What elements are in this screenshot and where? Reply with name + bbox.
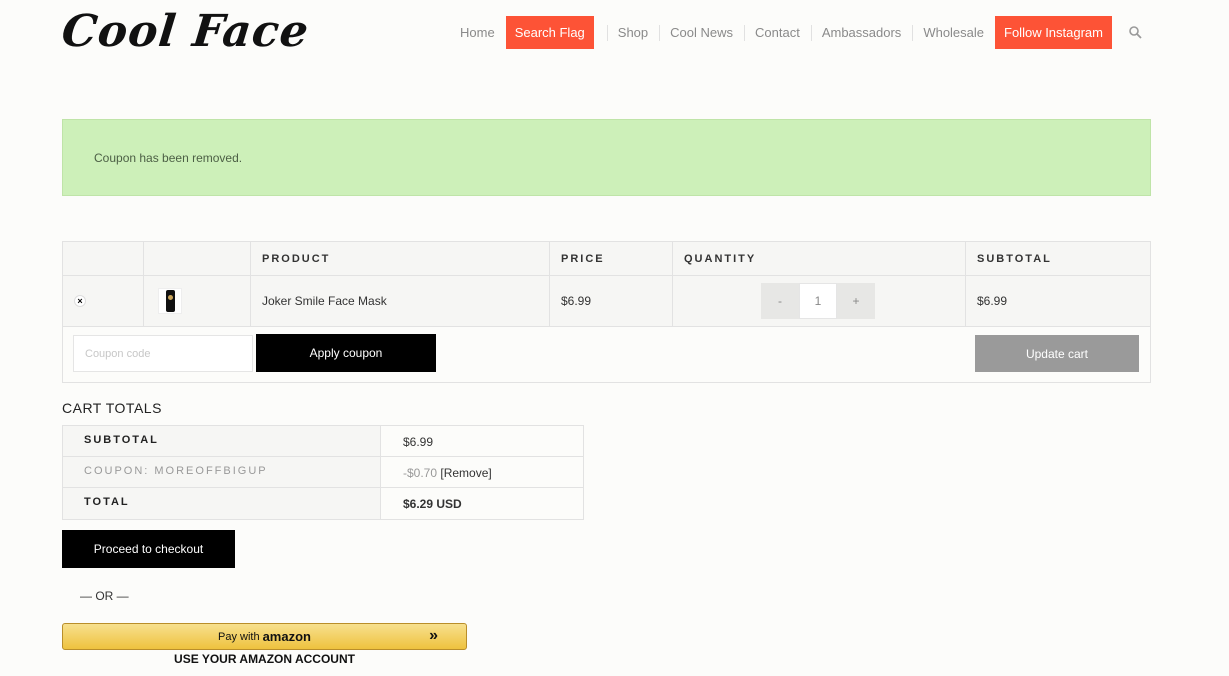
total-label: TOTAL: [63, 488, 381, 519]
nav-contact[interactable]: Contact: [744, 16, 811, 49]
coupon-code-input[interactable]: [73, 335, 253, 372]
quantity-input[interactable]: 1: [799, 283, 837, 319]
proceed-to-checkout-button[interactable]: Proceed to checkout: [62, 530, 235, 568]
table-row: × Joker Smile Face Mask $6.99 - 1 + $6.9…: [63, 276, 1150, 327]
cart-table: PRODUCT PRICE QUANTITY SUBTOTAL × Joker …: [62, 241, 1151, 383]
nav-home[interactable]: Home: [449, 16, 506, 49]
site-logo[interactable]: Cool Face: [59, 2, 312, 62]
header-product: PRODUCT: [251, 242, 550, 275]
qty-plus-button[interactable]: +: [837, 283, 875, 319]
table-row: COUPON: MOREOFFBIGUP -$0.70 [Remove]: [63, 457, 583, 488]
coupon-label: COUPON: MOREOFFBIGUP: [63, 457, 381, 487]
header-remove: [63, 242, 144, 275]
table-row: TOTAL $6.29 USD: [63, 488, 583, 519]
subtotal-label: SUBTOTAL: [63, 426, 381, 456]
cart-table-header: PRODUCT PRICE QUANTITY SUBTOTAL: [63, 242, 1150, 276]
cart-totals-title: CART TOTALS: [62, 400, 162, 416]
pay-with-amazon-button[interactable]: Pay with amazon »: [62, 623, 467, 650]
nav-cool-news[interactable]: Cool News: [659, 16, 744, 49]
product-thumbnail[interactable]: [158, 288, 182, 314]
header-thumbnail: [144, 242, 251, 275]
cart-totals-table: SUBTOTAL $6.99 COUPON: MOREOFFBIGUP -$0.…: [62, 425, 584, 520]
notice-message: Coupon has been removed.: [94, 151, 243, 165]
product-subtotal: $6.99: [977, 294, 1008, 308]
chevron-right-icon: »: [429, 627, 438, 644]
search-icon[interactable]: [1118, 16, 1152, 49]
total-value: $6.29 USD: [381, 488, 583, 519]
amazon-account-note: USE YOUR AMAZON ACCOUNT: [174, 652, 355, 666]
update-cart-button[interactable]: Update cart: [975, 335, 1139, 372]
header-price: PRICE: [550, 242, 673, 275]
or-divider: — OR —: [80, 589, 129, 603]
nav-follow-instagram[interactable]: Follow Instagram: [995, 16, 1112, 49]
nav-search-flag[interactable]: Search Flag: [505, 16, 594, 49]
product-price: $6.99: [550, 276, 673, 326]
nav-ambassadors[interactable]: Ambassadors: [810, 16, 912, 49]
coupon-removed-notice: Coupon has been removed.: [62, 119, 1151, 196]
quantity-stepper: - 1 +: [761, 283, 875, 319]
qty-minus-button[interactable]: -: [761, 283, 799, 319]
remove-coupon-link[interactable]: [Remove]: [440, 466, 491, 480]
remove-x-icon[interactable]: ×: [74, 295, 86, 307]
table-row: SUBTOTAL $6.99: [63, 426, 583, 457]
apply-coupon-button[interactable]: Apply coupon: [256, 334, 436, 372]
product-name[interactable]: Joker Smile Face Mask: [251, 276, 550, 326]
amazon-prefix: Pay with: [218, 630, 260, 643]
nav-shop[interactable]: Shop: [606, 16, 659, 49]
header-quantity: QUANTITY: [673, 242, 966, 275]
header-subtotal: SUBTOTAL: [977, 252, 1052, 265]
main-nav: Home Search Flag Shop Cool News Contact …: [449, 16, 1152, 49]
amazon-logo: amazon: [262, 629, 311, 644]
subtotal-value: $6.99: [381, 426, 583, 456]
cart-actions: Update cart: [63, 327, 1150, 382]
coupon-discount-value: -$0.70: [403, 466, 438, 480]
nav-wholesale[interactable]: Wholesale: [912, 16, 995, 49]
